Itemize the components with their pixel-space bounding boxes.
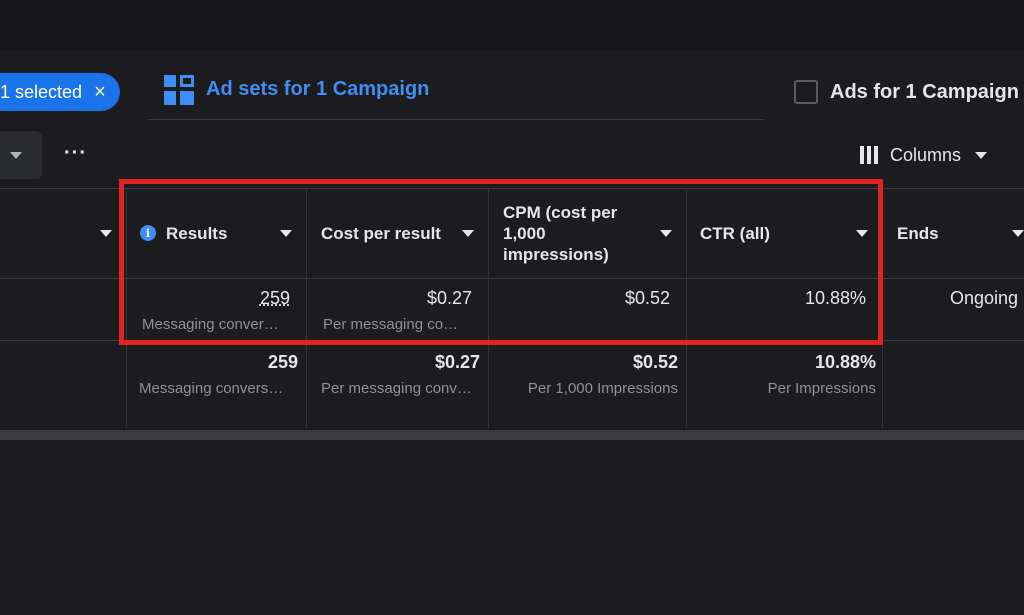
results-total-subtext: Messaging convers… (139, 380, 284, 397)
dropdown-caret-icon[interactable] (660, 229, 672, 237)
selected-chip-label: 1 selected (0, 81, 83, 102)
tab-ads-label: Ads for 1 Campaign (830, 80, 1019, 103)
dropdown-caret-icon[interactable] (1012, 229, 1024, 237)
dropdown-caret-icon (10, 151, 22, 159)
column-header-ctr[interactable]: CTR (all) (700, 188, 882, 278)
dropdown-caret-icon[interactable] (856, 229, 868, 237)
column-header-label: CTR (all) (700, 223, 770, 243)
column-divider (686, 188, 687, 428)
info-icon[interactable]: i (140, 225, 156, 241)
column-header-label: Results (166, 223, 228, 243)
columns-icon (860, 146, 880, 164)
column-header-name[interactable] (0, 188, 126, 278)
dropdown-caret-icon[interactable] (280, 229, 292, 237)
column-header-label: Ends (897, 223, 939, 243)
table-divider (0, 340, 1024, 341)
column-header-label: impressions) (503, 244, 609, 264)
view-dropdown-button[interactable] (0, 131, 42, 179)
grid-icon (164, 74, 194, 105)
column-header-label: 1,000 (503, 223, 546, 243)
ends-value: Ongoing (949, 288, 1018, 308)
results-subtext: Messaging conver… (142, 316, 279, 333)
horizontal-scrollbar[interactable] (0, 430, 1024, 440)
table-divider (0, 278, 1024, 279)
column-divider (488, 188, 489, 428)
selected-chip[interactable]: 1 selected × (0, 73, 120, 111)
cpm-value: $0.52 (624, 288, 670, 308)
ctr-total-subtext: Per Impressions (767, 380, 876, 397)
tab-ad-sets-label: Ad sets for 1 Campaign (206, 78, 430, 100)
cost-per-result-total-subtext: Per messaging conv… (321, 380, 472, 397)
tab-ad-sets[interactable]: Ad sets for 1 Campaign (148, 60, 764, 120)
ctr-value: 10.88% (804, 288, 866, 308)
column-header-results[interactable]: i Results (140, 188, 306, 278)
more-icon[interactable]: ··· (64, 142, 87, 165)
dropdown-caret-icon[interactable] (462, 229, 474, 237)
column-header-label: CPM (cost per (503, 202, 618, 222)
column-divider (126, 188, 127, 428)
checkbox-icon[interactable] (794, 80, 818, 104)
cost-per-result-total: $0.27 (434, 352, 480, 372)
columns-button[interactable]: Columns (846, 130, 1016, 180)
cpm-total-subtext: Per 1,000 Impressions (527, 380, 678, 397)
tab-ads[interactable]: Ads for 1 Campaign (778, 62, 1024, 122)
top-band (0, 0, 1024, 50)
column-header-ends[interactable]: Ends (897, 188, 1024, 278)
column-divider (306, 188, 307, 428)
columns-label: Columns (890, 144, 962, 165)
column-header-cost-per-result[interactable]: Cost per result (321, 188, 488, 278)
cpm-total: $0.52 (632, 352, 678, 372)
results-total: 259 (267, 352, 298, 372)
column-header-cpm[interactable]: CPM (cost per 1,000 impressions) (503, 188, 686, 278)
dropdown-caret-icon (975, 151, 988, 159)
results-value[interactable]: 259 (140, 288, 290, 309)
cost-per-result-value: $0.27 (426, 288, 472, 308)
dropdown-caret-icon[interactable] (100, 229, 112, 237)
column-header-label: Cost per result (321, 223, 441, 243)
column-divider (882, 188, 883, 428)
cost-per-result-subtext: Per messaging co… (323, 316, 459, 333)
ctr-total: 10.88% (814, 352, 876, 372)
close-icon[interactable]: × (94, 81, 106, 104)
